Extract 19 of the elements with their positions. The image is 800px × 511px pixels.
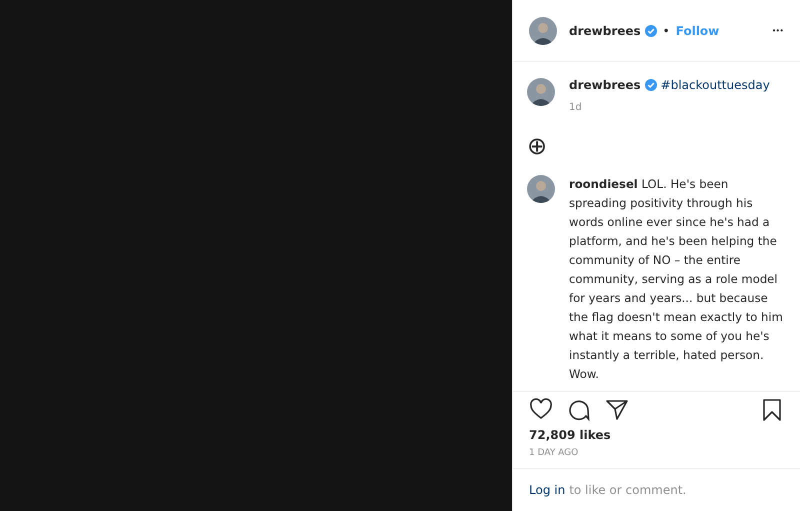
share-icon[interactable] — [605, 398, 629, 422]
more-options-button[interactable]: ••• — [772, 26, 784, 35]
username[interactable]: drewbrees — [569, 78, 641, 92]
avatar — [529, 16, 557, 44]
hashtag-link[interactable]: #blackouttuesday — [660, 78, 770, 92]
post-date: 1 DAY AGO — [513, 442, 800, 469]
login-link[interactable]: Log in — [529, 483, 566, 497]
avatar — [527, 175, 555, 203]
comment-text: roondiesel LOL. He's been spreading positivity through his words online ever since he's had a platform, and he's been helping the community of NO – the entire community, serving as a role model for years and years... but because the flag doesn't mean exactly to him what it means to some of you he's instantly a terrible, hated person. Wow. — [569, 176, 783, 383]
comment-icon[interactable] — [567, 398, 591, 422]
post-time: 1d — [569, 102, 583, 113]
separator-dot: • — [662, 24, 670, 38]
likes-count[interactable]: 72,809 likes — [513, 422, 800, 442]
load-more-comments-button[interactable]: ⊕ — [525, 135, 549, 159]
login-prompt: to like or comment. — [569, 483, 686, 497]
bookmark-icon[interactable] — [760, 398, 784, 422]
username[interactable]: drewbrees — [569, 24, 641, 38]
avatar — [527, 78, 555, 106]
heart-icon[interactable] — [529, 398, 553, 422]
